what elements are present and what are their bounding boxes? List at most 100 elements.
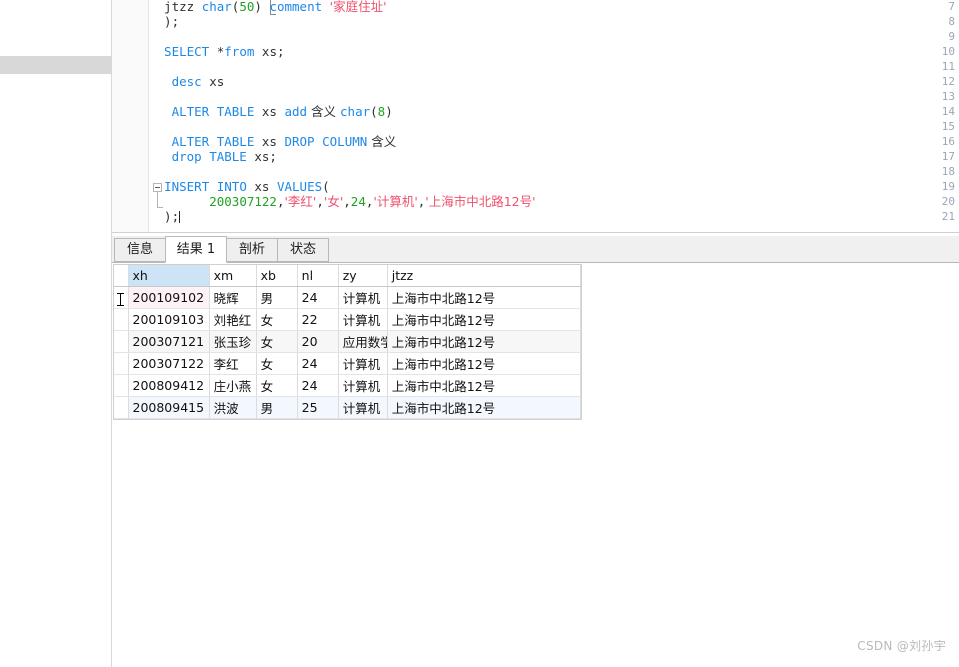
- left-pane: [0, 0, 112, 667]
- table-row[interactable]: 200109102 晓辉男 24 计算机 上海市中北路12号: [114, 286, 582, 309]
- cell-xh[interactable]: 200307121: [128, 330, 210, 353]
- cell-jtzz[interactable]: 上海市中北路12号: [387, 396, 582, 419]
- cell-nl[interactable]: 25: [297, 396, 339, 419]
- code-line[interactable]: ALTER TABLE xs add 含义 char(8): [149, 104, 393, 119]
- cell-jtzz[interactable]: 上海市中北路12号: [387, 352, 582, 375]
- code-line[interactable]: INSERT INTO xs VALUES(: [149, 179, 330, 194]
- code-token: drop TABLE: [171, 149, 247, 164]
- code-token: comment: [269, 0, 323, 14]
- editor-gutter: [112, 0, 149, 232]
- cell-zy[interactable]: 计算机: [338, 374, 388, 397]
- watermark: CSDN @刘孙宇: [857, 639, 946, 653]
- row-header-cell[interactable]: [114, 396, 129, 419]
- row-header-corner: [114, 265, 129, 287]
- cell-zy[interactable]: 计算机: [338, 308, 388, 331]
- code-content[interactable]: jtzz char(50) comment '家庭住址' ); SELECT *…: [149, 0, 959, 232]
- cell-nl[interactable]: 20: [297, 330, 339, 353]
- code-line[interactable]: ALTER TABLE xs DROP COLUMN 含义: [149, 134, 397, 149]
- cell-xm[interactable]: 张玉珍: [209, 330, 257, 353]
- cell-xb[interactable]: 男: [256, 286, 298, 309]
- code-token: VALUES: [276, 179, 323, 194]
- cell-xh[interactable]: 200809412: [128, 374, 210, 397]
- code-line[interactable]: drop TABLE xs;: [149, 149, 277, 164]
- code-token: );: [149, 14, 180, 29]
- cell-jtzz[interactable]: 上海市中北路12号: [387, 308, 582, 331]
- cell-zy[interactable]: 应用数学: [338, 330, 388, 353]
- cell-xb[interactable]: 女: [256, 352, 298, 375]
- cell-xh[interactable]: 200109102: [128, 286, 210, 309]
- code-token: *: [209, 44, 225, 59]
- text-cursor-icon: [117, 293, 124, 306]
- cell-jtzz[interactable]: 上海市中北路12号: [387, 330, 582, 353]
- cell-xh[interactable]: 200809415: [128, 396, 210, 419]
- code-token: ,: [343, 194, 351, 209]
- row-header-cell[interactable]: [114, 330, 129, 353]
- cell-xm[interactable]: 洪波: [209, 396, 257, 419]
- column-header-jtzz[interactable]: jtzz: [387, 265, 582, 287]
- code-token: ALTER TABLE: [171, 134, 255, 149]
- cell-xm[interactable]: 庄小燕: [209, 374, 257, 397]
- column-header-xm[interactable]: xm: [209, 265, 257, 287]
- code-line[interactable]: 200307122,'李红','女',24,'计算机','上海市中北路12号': [149, 194, 536, 209]
- code-line[interactable]: desc xs: [149, 74, 225, 89]
- code-token: '上海市中北路12号': [425, 194, 536, 209]
- left-pane-scroll-thumb[interactable]: [0, 56, 112, 74]
- column-header-xh[interactable]: xh: [128, 265, 210, 287]
- code-token: jtzz: [149, 0, 202, 14]
- table-row[interactable]: 200307122 李红女 24 计算机 上海市中北路12号: [114, 352, 582, 375]
- table-header-row: xh xm xb nl zy jtzz: [114, 265, 582, 287]
- row-header-cell[interactable]: [114, 308, 129, 331]
- cell-jtzz[interactable]: 上海市中北路12号: [387, 286, 582, 309]
- cell-xh[interactable]: 200109103: [128, 308, 210, 331]
- table-row[interactable]: 200809412 庄小燕女 24 计算机 上海市中北路12号: [114, 374, 582, 397]
- result-tab-0[interactable]: 信息: [114, 238, 166, 262]
- code-token: xs;: [254, 44, 285, 59]
- table-row[interactable]: 200307121张玉珍女20应用数学上海市中北路12号: [114, 330, 582, 353]
- cell-zy[interactable]: 计算机: [338, 396, 388, 419]
- code-token: 含义: [367, 134, 397, 149]
- cell-nl[interactable]: 24: [297, 352, 339, 375]
- cell-xb[interactable]: 女: [256, 308, 298, 331]
- column-header-xb[interactable]: xb: [256, 265, 298, 287]
- code-line[interactable]: );: [149, 14, 179, 29]
- panel-separator: [112, 232, 959, 233]
- cell-xb[interactable]: 女: [256, 330, 298, 353]
- cell-nl[interactable]: 24: [297, 374, 339, 397]
- code-token: ): [254, 0, 270, 14]
- code-token: '李红': [284, 194, 317, 209]
- result-tab-2[interactable]: 剖析: [226, 238, 278, 262]
- table-row[interactable]: 200109103 刘艳红女 22 计算机 上海市中北路12号: [114, 308, 582, 331]
- code-line[interactable]: );: [149, 209, 181, 224]
- result-tabs[interactable]: 信息 结果 1 剖析 状态: [112, 236, 959, 263]
- row-header-cell[interactable]: [114, 374, 129, 397]
- code-line[interactable]: jtzz char(50) comment '家庭住址': [149, 0, 387, 14]
- cell-xm[interactable]: 李红: [209, 352, 257, 375]
- result-tab-1[interactable]: 结果 1: [165, 236, 227, 263]
- cell-zy[interactable]: 计算机: [338, 352, 388, 375]
- cell-jtzz[interactable]: 上海市中北路12号: [387, 374, 582, 397]
- result-grid[interactable]: xh xm xb nl zy jtzz 200109102 晓辉男 24 计算机 上海市…: [113, 264, 582, 420]
- cell-xh[interactable]: 200307122: [128, 352, 210, 375]
- cell-nl[interactable]: 24: [297, 286, 339, 309]
- sql-editor[interactable]: 7 8 9 10 11 12 13 14 15 16 17 18 19 20 21 jtzz char(50…: [112, 0, 959, 232]
- code-token: xs: [201, 74, 225, 89]
- cell-zy[interactable]: 计算机: [338, 286, 388, 309]
- cell-xb[interactable]: 男: [256, 396, 298, 419]
- cell-xm[interactable]: 晓辉: [209, 286, 257, 309]
- column-header-zy[interactable]: zy: [338, 265, 388, 287]
- table-row[interactable]: 200809415 洪波男 25 计算机 上海市中北路12号: [114, 396, 582, 419]
- row-header-cell[interactable]: [114, 352, 129, 375]
- cell-nl[interactable]: 22: [297, 308, 339, 331]
- column-header-nl[interactable]: nl: [297, 265, 339, 287]
- result-tab-3[interactable]: 状态: [277, 238, 329, 262]
- cell-xm[interactable]: 刘艳红: [209, 308, 257, 331]
- code-token: char: [201, 0, 232, 14]
- code-line[interactable]: SELECT *from xs;: [149, 44, 285, 59]
- code-token: INSERT INTO: [164, 179, 247, 194]
- code-token: '家庭住址': [329, 0, 387, 14]
- cell-xb[interactable]: 女: [256, 374, 298, 397]
